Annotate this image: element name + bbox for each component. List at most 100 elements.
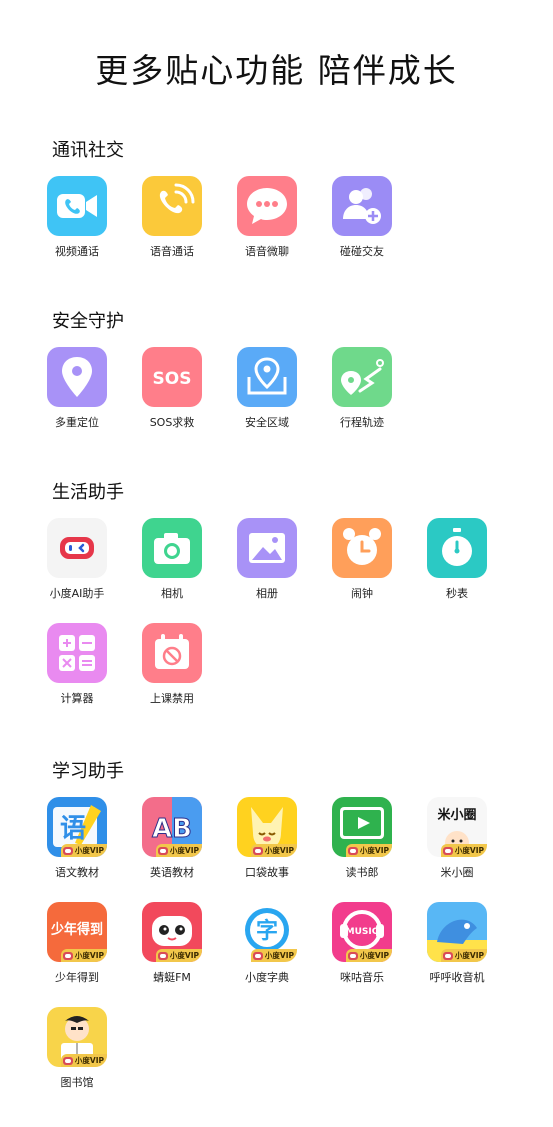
app-label: 蜻蜓FM xyxy=(153,971,191,984)
vip-badge-text: 小度VIP xyxy=(264,951,294,960)
route-icon xyxy=(332,347,392,407)
xiaodu-logo-icon xyxy=(442,951,453,960)
xiaodu-logo-icon xyxy=(347,846,358,855)
app-label: 语音通话 xyxy=(150,245,194,258)
reading-boy-icon: 小度VIP xyxy=(332,797,392,857)
app-calculator[interactable]: 计算器 xyxy=(34,623,120,723)
xiaodu-logo-icon xyxy=(252,951,263,960)
app-class-disable[interactable]: 上课禁用 xyxy=(129,623,215,723)
safe-zone-icon xyxy=(237,347,297,407)
app-photo-album[interactable]: 相册 xyxy=(224,518,310,618)
photo-album-icon xyxy=(237,518,297,578)
xiaodu-logo-icon xyxy=(157,846,168,855)
vip-badge-text: 小度VIP xyxy=(359,951,389,960)
app-label: 计算器 xyxy=(60,692,94,705)
vip-badge: 小度VIP xyxy=(60,949,107,962)
app-sos[interactable]: SOS SOS求救 xyxy=(129,347,215,447)
vip-badge-text: 小度VIP xyxy=(454,846,484,855)
app-video-call[interactable]: 视频通话 xyxy=(34,176,120,276)
vip-badge: 小度VIP xyxy=(440,844,487,857)
shaonian-dedao-icon: 少年得到小度VIP xyxy=(47,902,107,962)
vip-badge: 小度VIP xyxy=(345,844,392,857)
vip-badge: 小度VIP xyxy=(345,949,392,962)
app-label: 小度AI助手 xyxy=(49,587,105,600)
app-label: 少年得到 xyxy=(55,971,99,984)
vip-badge-text: 小度VIP xyxy=(74,951,104,960)
app-label: 咪咕音乐 xyxy=(340,971,384,984)
video-call-icon xyxy=(47,176,107,236)
xiaodu-ai-icon xyxy=(47,518,107,578)
app-chinese-textbook[interactable]: 语小度VIP 语文教材 xyxy=(34,797,120,897)
svg-text:少年得到: 少年得到 xyxy=(50,921,103,938)
app-label: 语文教材 xyxy=(55,866,99,879)
vip-badge-text: 小度VIP xyxy=(74,846,104,855)
voice-call-icon xyxy=(142,176,202,236)
app-dictionary[interactable]: 字小度VIP 小度字典 xyxy=(224,902,310,1002)
xiaodu-logo-icon xyxy=(442,846,453,855)
app-mi-xiaoquan[interactable]: 米小圈 小度VIP 米小圈 xyxy=(414,797,500,897)
vip-badge-text: 小度VIP xyxy=(74,1056,104,1065)
app-shaonian-dedao[interactable]: 少年得到 小度VIP 少年得到 xyxy=(34,902,120,1002)
app-english-textbook[interactable]: AB 小度VIP 英语教材 xyxy=(129,797,215,897)
section-title: 生活助手 xyxy=(52,482,124,503)
stopwatch-icon xyxy=(427,518,487,578)
huhu-radio-icon: 小度VIP xyxy=(427,902,487,962)
svg-text:MUSIC: MUSIC xyxy=(346,927,379,937)
app-label: 多重定位 xyxy=(55,416,99,429)
app-library[interactable]: 小度VIP 图书馆 xyxy=(34,1007,120,1107)
app-label: 相册 xyxy=(256,587,278,600)
pocket-story-icon: 小度VIP xyxy=(237,797,297,857)
vip-badge-text: 小度VIP xyxy=(169,846,199,855)
app-label: 图书馆 xyxy=(60,1076,94,1089)
vip-badge: 小度VIP xyxy=(155,844,202,857)
app-alarm-clock[interactable]: 闹钟 xyxy=(319,518,405,618)
app-voice-call[interactable]: 语音通话 xyxy=(129,176,215,276)
svg-text:米小圈: 米小圈 xyxy=(437,807,476,823)
app-label: SOS求救 xyxy=(149,416,195,429)
app-label: 碰碰交友 xyxy=(340,245,384,258)
section-title: 通讯社交 xyxy=(52,140,124,161)
dictionary-icon: 字小度VIP xyxy=(237,902,297,962)
chat-bubble-icon xyxy=(237,176,297,236)
vip-badge: 小度VIP xyxy=(60,1054,107,1067)
vip-badge: 小度VIP xyxy=(250,844,297,857)
class-disable-icon xyxy=(142,623,202,683)
app-migu-music[interactable]: MUSIC 小度VIP 咪咕音乐 xyxy=(319,902,405,1002)
app-huhu-radio[interactable]: 小度VIP 呼呼收音机 xyxy=(414,902,500,1002)
section-title: 学习助手 xyxy=(52,761,124,782)
app-add-friend[interactable]: 碰碰交友 xyxy=(319,176,405,276)
vip-badge-text: 小度VIP xyxy=(169,951,199,960)
app-reading-boy[interactable]: 小度VIP 读书郎 xyxy=(319,797,405,897)
app-label: 相机 xyxy=(161,587,183,600)
migu-music-icon: MUSIC 小度VIP xyxy=(332,902,392,962)
app-label: 上课禁用 xyxy=(150,692,194,705)
library-icon: 小度VIP xyxy=(47,1007,107,1067)
app-safe-zone[interactable]: 安全区域 xyxy=(224,347,310,447)
vip-badge-text: 小度VIP xyxy=(359,846,389,855)
xiaodu-logo-icon xyxy=(62,951,73,960)
vip-badge: 小度VIP xyxy=(60,844,107,857)
xiaodu-logo-icon xyxy=(347,951,358,960)
vip-badge-text: 小度VIP xyxy=(264,846,294,855)
app-dragonfly-fm[interactable]: 小度VIP 蜻蜓FM xyxy=(129,902,215,1002)
app-chat-bubble[interactable]: 语音微聊 xyxy=(224,176,310,276)
app-pocket-story[interactable]: 小度VIP 口袋故事 xyxy=(224,797,310,897)
calculator-icon xyxy=(47,623,107,683)
app-label: 语音微聊 xyxy=(245,245,289,258)
app-label: 视频通话 xyxy=(55,245,99,258)
app-route[interactable]: 行程轨迹 xyxy=(319,347,405,447)
dragonfly-fm-icon: 小度VIP xyxy=(142,902,202,962)
app-stopwatch[interactable]: 秒表 xyxy=(414,518,500,618)
app-camera[interactable]: 相机 xyxy=(129,518,215,618)
vip-badge: 小度VIP xyxy=(250,949,297,962)
app-label: 闹钟 xyxy=(351,587,373,600)
app-label: 呼呼收音机 xyxy=(429,971,485,984)
svg-text:SOS: SOS xyxy=(153,369,192,389)
vip-badge: 小度VIP xyxy=(155,949,202,962)
app-xiaodu-ai[interactable]: 小度AI助手 xyxy=(34,518,120,618)
app-label: 读书郎 xyxy=(345,866,379,879)
app-location-pin[interactable]: 多重定位 xyxy=(34,347,120,447)
app-label: 行程轨迹 xyxy=(340,416,384,429)
xiaodu-logo-icon xyxy=(157,951,168,960)
xiaodu-logo-icon xyxy=(62,846,73,855)
